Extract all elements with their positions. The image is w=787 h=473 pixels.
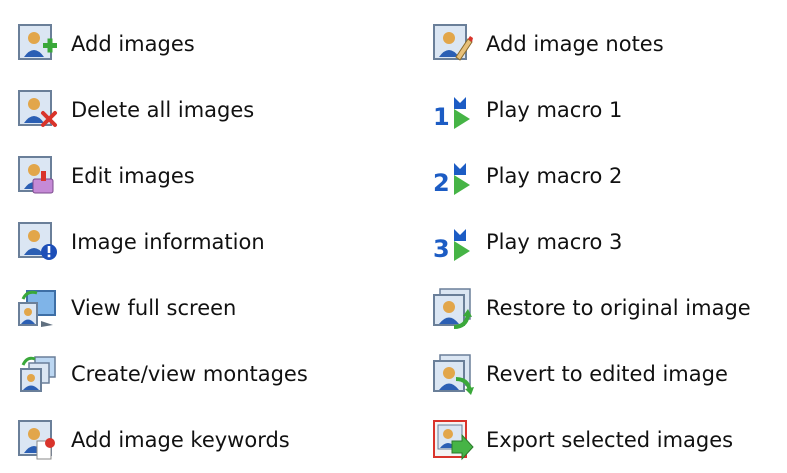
svg-text:2: 2: [433, 169, 450, 197]
delete-all-images-icon: [17, 89, 59, 131]
item-add-image-notes[interactable]: Add image notes: [432, 11, 751, 77]
add-image-notes-icon: [432, 23, 474, 65]
item-label: Delete all images: [71, 97, 255, 122]
right-column: Add image notes 1 Play macro 1 2 Play ma…: [432, 0, 751, 473]
item-delete-all-images[interactable]: Delete all images: [17, 77, 308, 143]
item-label: Edit images: [71, 163, 195, 188]
restore-original-image-icon: [432, 287, 474, 329]
create-view-montages-icon: [17, 353, 59, 395]
svg-text:3: 3: [433, 235, 450, 263]
add-images-icon: [17, 23, 59, 65]
item-label: Add image notes: [486, 31, 664, 56]
play-macro-1-icon: 1: [432, 89, 474, 131]
item-label: Add images: [71, 31, 195, 56]
image-information-icon: [17, 221, 59, 263]
item-label: Play macro 2: [486, 163, 623, 188]
item-restore-original-image[interactable]: Restore to original image: [432, 275, 751, 341]
left-column: Add images Delete all images Edit images: [17, 0, 308, 473]
item-label: Image information: [71, 229, 265, 254]
play-macro-2-icon: 2: [432, 155, 474, 197]
edit-images-icon: [17, 155, 59, 197]
svg-text:1: 1: [433, 103, 450, 131]
item-label: Play macro 3: [486, 229, 623, 254]
item-play-macro-3[interactable]: 3 Play macro 3: [432, 209, 751, 275]
item-view-full-screen[interactable]: View full screen: [17, 275, 308, 341]
item-label: Revert to edited image: [486, 361, 728, 386]
item-add-image-keywords[interactable]: Add image keywords: [17, 407, 308, 473]
export-selected-images-icon: [432, 419, 474, 461]
revert-edited-image-icon: [432, 353, 474, 395]
item-label: Restore to original image: [486, 295, 751, 320]
item-label: View full screen: [71, 295, 237, 320]
item-edit-images[interactable]: Edit images: [17, 143, 308, 209]
item-label: Export selected images: [486, 427, 734, 452]
item-label: Add image keywords: [71, 427, 290, 452]
item-play-macro-1[interactable]: 1 Play macro 1: [432, 77, 751, 143]
item-export-selected-images[interactable]: Export selected images: [432, 407, 751, 473]
item-image-information[interactable]: Image information: [17, 209, 308, 275]
item-revert-edited-image[interactable]: Revert to edited image: [432, 341, 751, 407]
item-add-images[interactable]: Add images: [17, 11, 308, 77]
item-play-macro-2[interactable]: 2 Play macro 2: [432, 143, 751, 209]
item-label: Play macro 1: [486, 97, 623, 122]
play-macro-3-icon: 3: [432, 221, 474, 263]
add-image-keywords-icon: [17, 419, 59, 461]
item-label: Create/view montages: [71, 361, 308, 386]
item-create-view-montages[interactable]: Create/view montages: [17, 341, 308, 407]
view-full-screen-icon: [17, 287, 59, 329]
